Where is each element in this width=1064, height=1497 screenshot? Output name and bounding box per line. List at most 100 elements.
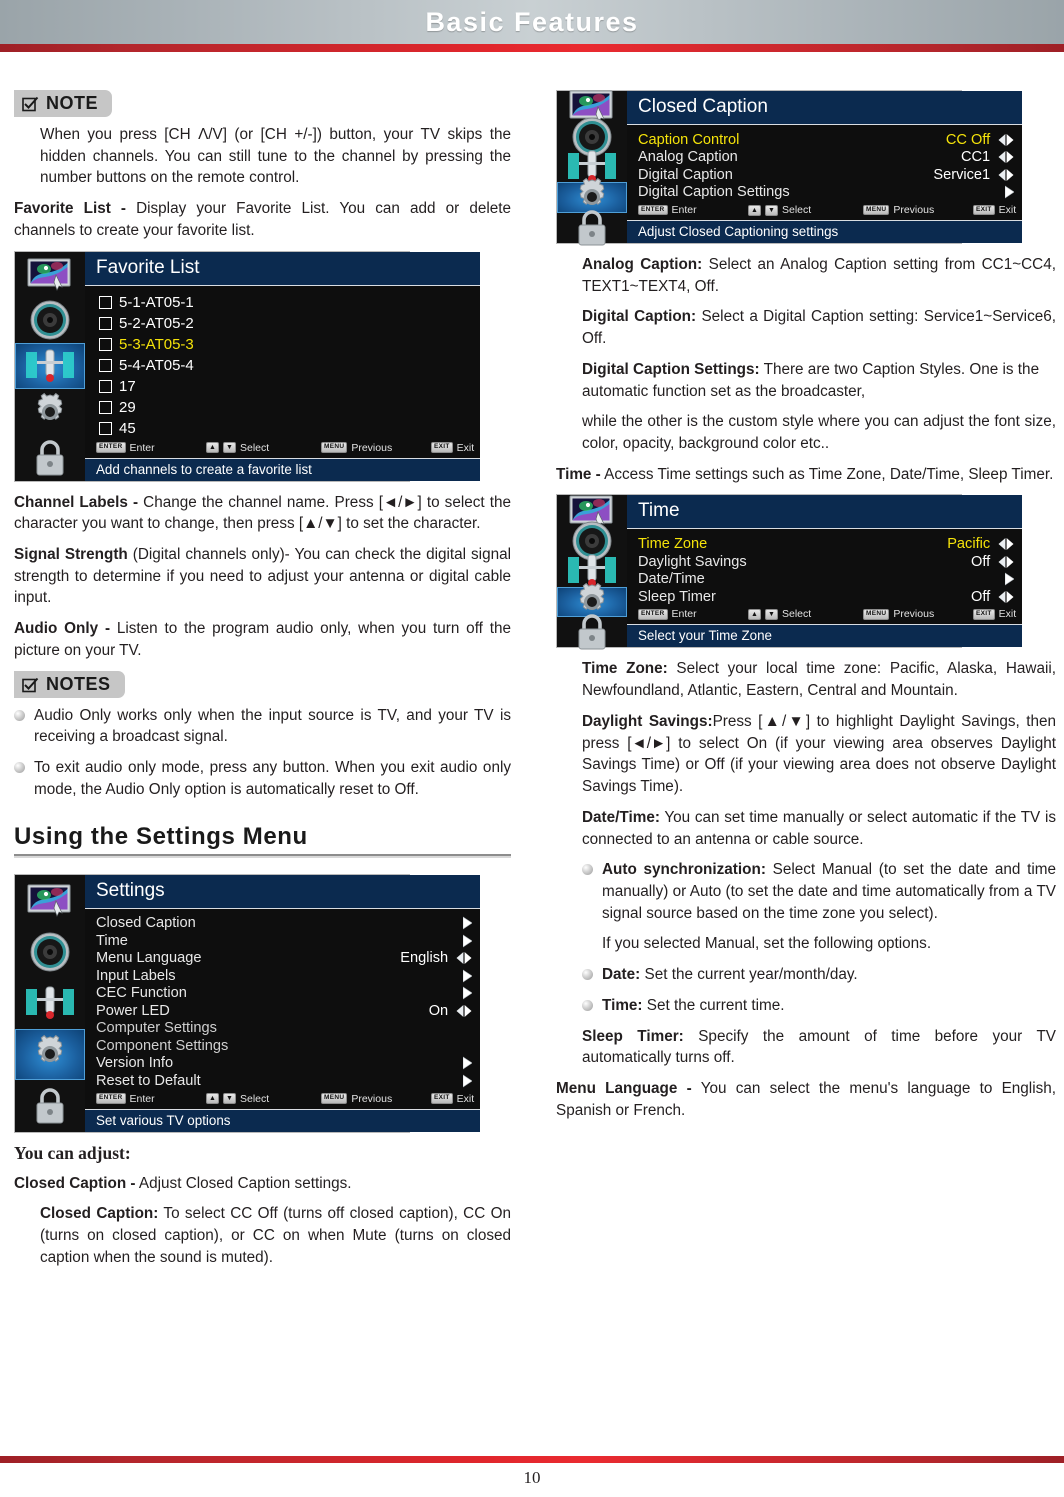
- menu-row-computer-settings[interactable]: Computer Settings: [85, 1020, 480, 1038]
- time-paragraph: Time - Access Time settings such as Time…: [556, 464, 1056, 486]
- time-item-paragraph: Time: Set the current time.: [602, 995, 785, 1017]
- list-item[interactable]: 5-1-AT05-1: [85, 292, 480, 313]
- menu-row-power-led[interactable]: Power LED On: [85, 1002, 480, 1020]
- chevron-right-icon[interactable]: [456, 934, 473, 948]
- list-item[interactable]: 5-2-AT05-2: [85, 313, 480, 334]
- key-hint-exit: EXIT Exit: [973, 204, 1016, 216]
- chevron-right-icon[interactable]: [998, 572, 1015, 586]
- menu-keycap-icon: MENU: [321, 1093, 348, 1104]
- menu-row-time-zone[interactable]: Time Zone Pacific: [627, 535, 1022, 553]
- digital-caption-term: Digital Caption:: [582, 308, 697, 326]
- menu-row-analog-caption[interactable]: Analog Caption CC1: [627, 149, 1022, 167]
- key-hint-select: ▲ ▼ Select: [748, 204, 863, 216]
- chevron-right-icon[interactable]: [456, 1056, 473, 1070]
- antenna-icon[interactable]: [15, 977, 85, 1028]
- menu-row-closed-caption[interactable]: Closed Caption: [85, 915, 480, 933]
- menu-row-daylight-savings[interactable]: Daylight Savings Off: [627, 553, 1022, 571]
- osd-menu-rows[interactable]: Caption Control CC Off Analog Caption CC…: [627, 125, 1022, 201]
- menu-row-cec-function[interactable]: CEC Function: [85, 985, 480, 1003]
- favorite-list-term: Favorite List -: [14, 200, 126, 218]
- checkbox-icon[interactable]: [99, 379, 112, 393]
- chevron-right-icon[interactable]: [456, 916, 473, 930]
- lock-icon[interactable]: [557, 614, 627, 650]
- menu-row-time[interactable]: Time: [85, 932, 480, 950]
- left-right-arrows-icon[interactable]: [998, 537, 1014, 551]
- osd-closed-caption[interactable]: Closed Caption Caption Control CC Off An…: [556, 90, 1023, 246]
- left-right-arrows-icon[interactable]: [456, 1004, 472, 1018]
- lock-icon[interactable]: [15, 435, 85, 481]
- list-item[interactable]: 5-4-AT05-4: [85, 355, 480, 376]
- key-hint-select-label: Select: [782, 204, 812, 216]
- checkbox-icon[interactable]: [99, 337, 112, 351]
- osd-key-hints: ENTER Enter ▲ ▼ Select MENU Previous EXI…: [627, 605, 1022, 624]
- checkbox-icon[interactable]: [99, 358, 112, 372]
- list-item[interactable]: 5-3-AT05-3: [85, 334, 480, 355]
- menu-row-label: Analog Caption: [638, 149, 738, 166]
- menu-row-caption-control[interactable]: Caption Control CC Off: [627, 131, 1022, 149]
- left-right-arrows-icon[interactable]: [998, 150, 1014, 164]
- menu-row-reset-to-default[interactable]: Reset to Default: [85, 1072, 480, 1090]
- chevron-right-icon[interactable]: [456, 969, 473, 983]
- menu-row-label: Menu Language: [96, 950, 202, 967]
- left-right-arrows-icon[interactable]: [998, 168, 1014, 182]
- exit-keycap-icon: EXIT: [431, 442, 453, 453]
- speaker-icon[interactable]: [15, 926, 85, 977]
- left-right-arrows-icon[interactable]: [998, 555, 1014, 569]
- menu-row-value: On: [428, 1002, 449, 1019]
- chevron-right-icon[interactable]: [456, 1074, 473, 1088]
- osd-menu-rows[interactable]: Closed Caption Time Menu Language Englis…: [85, 909, 480, 1090]
- osd-favorite-list[interactable]: Favorite List 5-1-AT05-1 5-2-AT05-2 5-3-…: [14, 250, 481, 482]
- antenna-icon[interactable]: [15, 343, 85, 389]
- menu-row-label: Computer Settings: [96, 1020, 217, 1037]
- menu-row-menu-language[interactable]: Menu Language English: [85, 950, 480, 968]
- osd-help-text: Add channels to create a favorite list: [85, 457, 481, 481]
- lock-icon[interactable]: [15, 1080, 85, 1131]
- menu-language-paragraph: Menu Language - You can select the menu'…: [556, 1078, 1056, 1121]
- time-zone-paragraph: Time Zone: Select your local time zone: …: [582, 658, 1056, 701]
- menu-row-date-time[interactable]: Date/Time: [627, 570, 1022, 588]
- checkbox-icon[interactable]: [99, 400, 112, 414]
- chevron-right-icon[interactable]: [998, 185, 1015, 199]
- arrow-up-keycap-icon: ▲: [206, 442, 219, 454]
- gear-icon[interactable]: [15, 389, 85, 435]
- menu-row-version-info[interactable]: Version Info: [85, 1055, 480, 1073]
- osd-menu-rows[interactable]: Time Zone Pacific Daylight Savings Off D…: [627, 529, 1022, 605]
- notes-badge: NOTES: [14, 670, 125, 698]
- list-item-label: 45: [119, 419, 136, 437]
- list-item[interactable]: 29: [85, 397, 480, 418]
- digital-caption-settings-paragraph: Digital Caption Settings: There are two …: [582, 359, 1056, 402]
- left-right-arrows-icon[interactable]: [998, 133, 1014, 147]
- chevron-right-icon[interactable]: [456, 986, 473, 1000]
- menu-row-digital-caption[interactable]: Digital Caption Service1: [627, 166, 1022, 184]
- auto-sync-bullet: Auto synchronization: Select Manual (to …: [582, 859, 1056, 924]
- left-right-arrows-icon[interactable]: [998, 590, 1014, 604]
- left-right-arrows-icon[interactable]: [456, 951, 472, 965]
- checkbox-icon[interactable]: [99, 421, 112, 435]
- enter-keycap-icon: ENTER: [638, 609, 668, 620]
- osd-sidebar-rail: [15, 251, 85, 481]
- picture-icon[interactable]: [15, 252, 85, 298]
- osd-channel-list[interactable]: 5-1-AT05-1 5-2-AT05-2 5-3-AT05-3 5-4-AT0…: [85, 286, 480, 439]
- bullet-dot-icon: [582, 999, 593, 1011]
- osd-settings[interactable]: Settings Closed Caption Time Menu Langua…: [14, 873, 481, 1133]
- list-item[interactable]: 17: [85, 376, 480, 397]
- checkbox-icon[interactable]: [99, 295, 112, 309]
- menu-row-input-labels[interactable]: Input Labels: [85, 967, 480, 985]
- auto-sync-term: Auto synchronization:: [602, 861, 766, 879]
- digital-caption-settings-paragraph-2: while the other is the custom style wher…: [582, 413, 1056, 453]
- lock-icon[interactable]: [557, 210, 627, 246]
- osd-time[interactable]: Time Time Zone Pacific Daylight Savings …: [556, 494, 1023, 650]
- key-hint-enter: ENTER Enter: [638, 608, 748, 620]
- gear-icon[interactable]: [15, 1028, 85, 1081]
- page-header: Basic Features: [0, 0, 1064, 44]
- right-column: Closed Caption Caption Control CC Off An…: [556, 90, 1056, 1121]
- checkbox-icon[interactable]: [99, 316, 112, 330]
- menu-row-sleep-timer[interactable]: Sleep Timer Off: [627, 588, 1022, 606]
- picture-icon[interactable]: [15, 875, 85, 926]
- menu-row-label: Component Settings: [96, 1037, 229, 1054]
- speaker-icon[interactable]: [15, 297, 85, 343]
- menu-row-digital-caption-settings[interactable]: Digital Caption Settings: [627, 184, 1022, 202]
- menu-row-component-settings[interactable]: Component Settings: [85, 1037, 480, 1055]
- key-hint-select-label: Select: [240, 441, 270, 454]
- list-item[interactable]: 45: [85, 418, 480, 439]
